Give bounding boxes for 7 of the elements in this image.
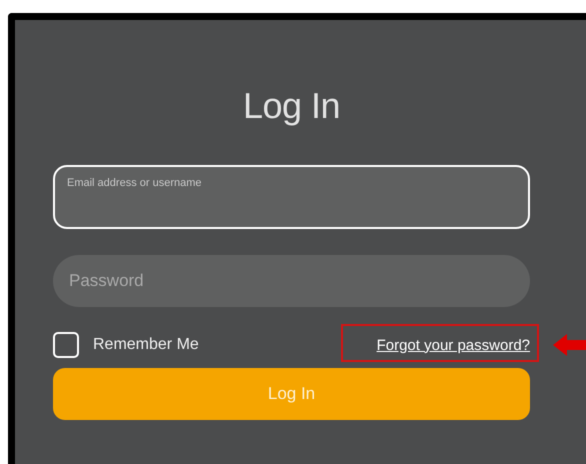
email-field[interactable]: Email address or username — [53, 165, 530, 229]
page-title: Log In — [242, 85, 340, 127]
remember-checkbox[interactable] — [53, 332, 79, 358]
remember-label: Remember Me — [93, 336, 199, 354]
arrow-icon — [553, 334, 586, 356]
forgot-password-link[interactable]: Forgot your password? — [376, 336, 530, 354]
password-field[interactable]: Password — [53, 255, 530, 307]
